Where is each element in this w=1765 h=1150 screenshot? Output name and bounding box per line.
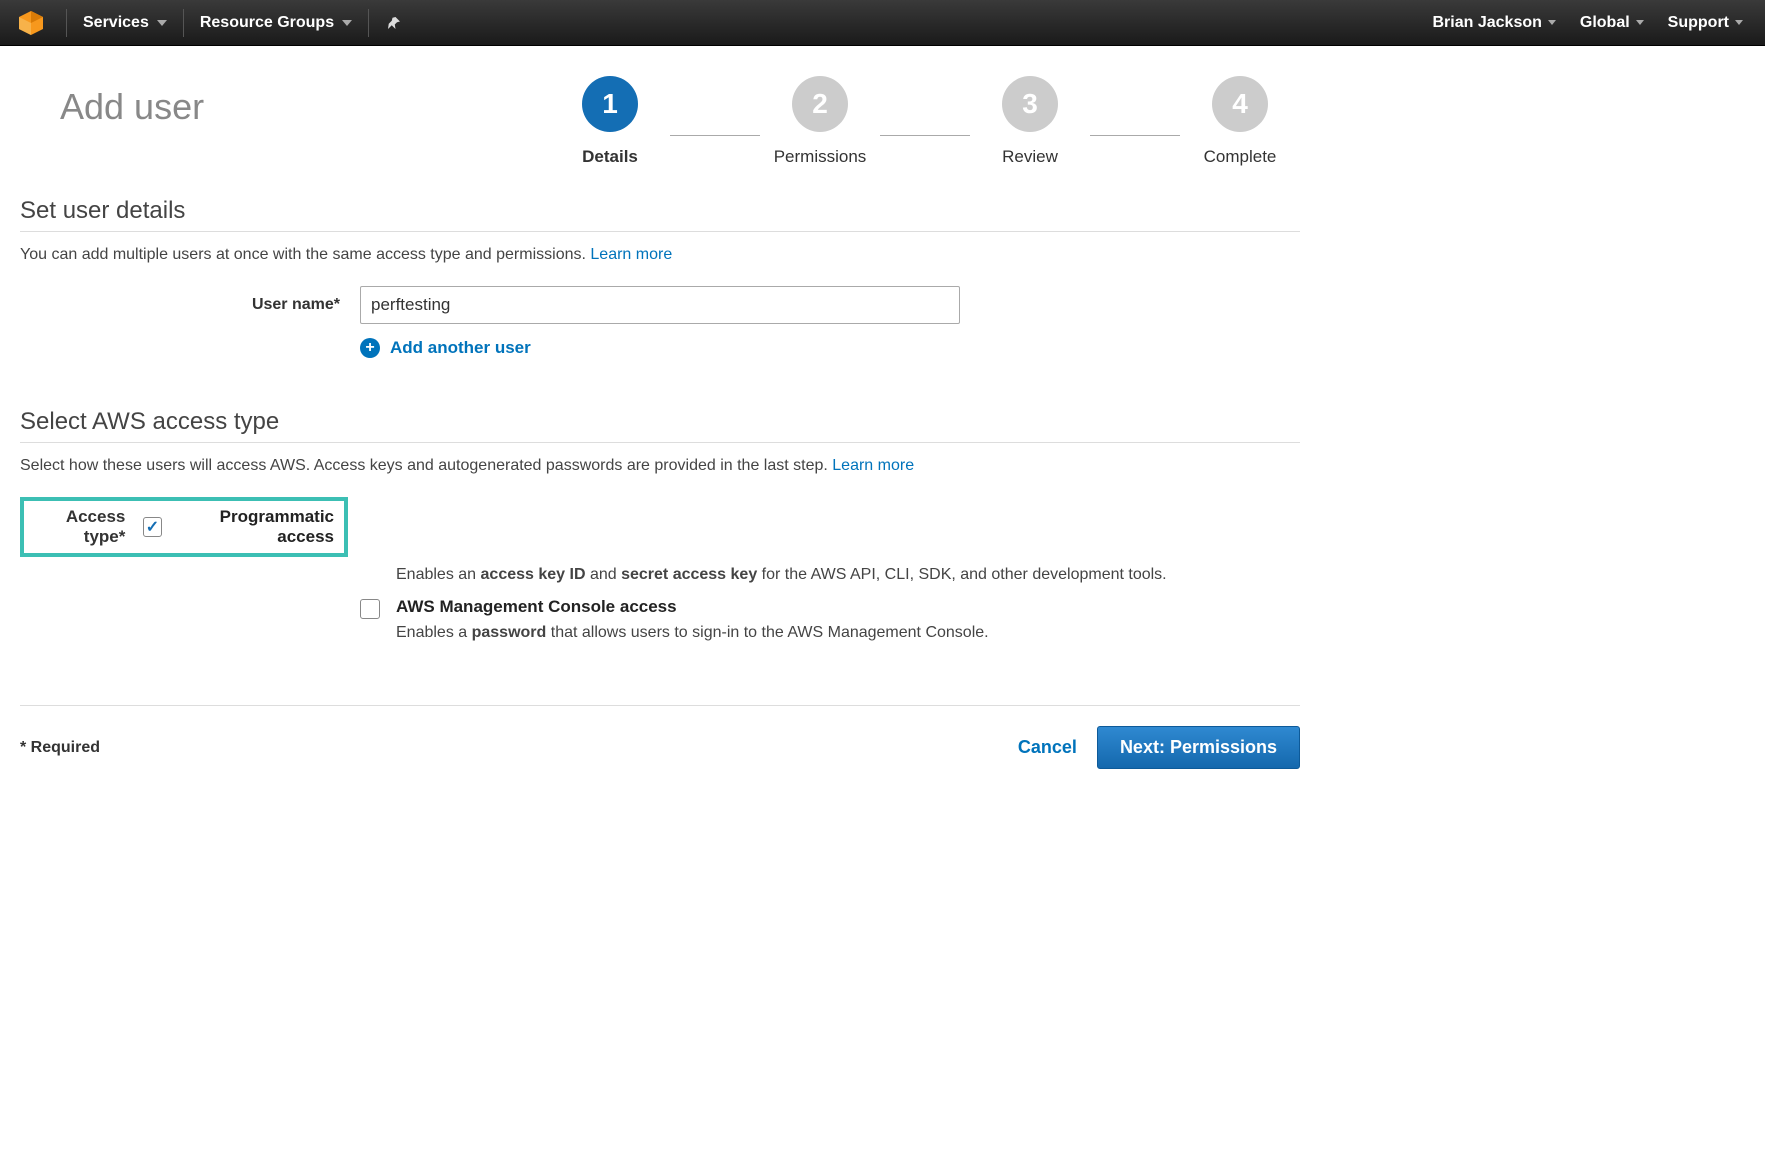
- step-connector: [1090, 135, 1180, 136]
- chevron-down-icon: [157, 20, 167, 26]
- step-number: 3: [1002, 76, 1058, 132]
- wizard-header: Add user 1 Details 2 Permissions 3 Revie…: [60, 76, 1300, 167]
- section-access-heading: Select AWS access type: [20, 408, 1300, 443]
- nav-support[interactable]: Support: [1656, 0, 1755, 46]
- nav-support-label: Support: [1668, 14, 1729, 32]
- step-connector: [880, 135, 970, 136]
- help-text: You can add multiple users at once with …: [20, 246, 590, 263]
- username-label: User name*: [20, 296, 360, 314]
- top-nav: Services Resource Groups Brian Jackson G…: [0, 0, 1765, 46]
- wizard-step-details: 1 Details: [550, 76, 670, 167]
- pin-icon[interactable]: [373, 0, 415, 46]
- programmatic-access-description: Enables an access key ID and secret acce…: [396, 563, 1300, 587]
- plus-circle-icon: +: [360, 338, 380, 358]
- console-access-title: AWS Management Console access: [396, 597, 1300, 617]
- section-user-details-heading: Set user details: [20, 197, 1300, 232]
- wizard-steps: 1 Details 2 Permissions 3 Review 4 Compl…: [550, 76, 1300, 167]
- access-console-row: AWS Management Console access Enables a …: [20, 597, 1300, 645]
- username-row: User name*: [20, 286, 1300, 324]
- nav-resource-groups-label: Resource Groups: [200, 14, 334, 32]
- step-number: 2: [792, 76, 848, 132]
- learn-more-link[interactable]: Learn more: [832, 457, 914, 474]
- access-type-label: Access type*: [30, 507, 139, 547]
- add-another-user-label: Add another user: [390, 338, 531, 358]
- nav-region-label: Global: [1580, 14, 1630, 32]
- wizard-step-permissions: 2 Permissions: [760, 76, 880, 167]
- console-access-description: Enables a password that allows users to …: [396, 621, 1300, 645]
- page-title: Add user: [60, 86, 204, 128]
- aws-logo-icon[interactable]: [15, 7, 47, 39]
- nav-services[interactable]: Services: [71, 0, 179, 46]
- step-label: Permissions: [774, 147, 867, 167]
- section-user-details-help: You can add multiple users at once with …: [20, 246, 1300, 264]
- highlight-annotation: Access type* Programmatic access: [20, 497, 348, 557]
- step-label: Complete: [1204, 147, 1277, 167]
- next-permissions-button[interactable]: Next: Permissions: [1097, 726, 1300, 769]
- step-connector: [670, 135, 760, 136]
- wizard-step-review: 3 Review: [970, 76, 1090, 167]
- chevron-down-icon: [342, 20, 352, 26]
- step-label: Details: [582, 147, 638, 167]
- chevron-down-icon: [1548, 20, 1556, 25]
- divider: [66, 9, 67, 37]
- programmatic-access-checkbox[interactable]: [143, 517, 161, 537]
- nav-account-label: Brian Jackson: [1433, 14, 1542, 32]
- nav-resource-groups[interactable]: Resource Groups: [188, 0, 364, 46]
- console-access-checkbox[interactable]: [360, 599, 380, 619]
- add-another-user-link[interactable]: + Add another user: [360, 338, 1300, 358]
- step-label: Review: [1002, 147, 1058, 167]
- chevron-down-icon: [1636, 20, 1644, 25]
- wizard-step-complete: 4 Complete: [1180, 76, 1300, 167]
- section-access-help: Select how these users will access AWS. …: [20, 457, 1300, 475]
- chevron-down-icon: [1735, 20, 1743, 25]
- nav-account[interactable]: Brian Jackson: [1421, 0, 1568, 46]
- nav-services-label: Services: [83, 14, 149, 32]
- programmatic-access-title: Programmatic access: [176, 507, 334, 547]
- step-number: 1: [582, 76, 638, 132]
- nav-region[interactable]: Global: [1568, 0, 1656, 46]
- learn-more-link[interactable]: Learn more: [590, 246, 672, 263]
- username-input[interactable]: [360, 286, 960, 324]
- help-text: Select how these users will access AWS. …: [20, 457, 832, 474]
- step-number: 4: [1212, 76, 1268, 132]
- cancel-button[interactable]: Cancel: [998, 727, 1097, 768]
- divider: [368, 9, 369, 37]
- access-programmatic-desc-row: Enables an access key ID and secret acce…: [20, 559, 1300, 587]
- access-programmatic-row: Access type* Programmatic access: [20, 497, 1300, 557]
- required-note: * Required: [20, 739, 100, 757]
- divider: [183, 9, 184, 37]
- footer: * Required Cancel Next: Permissions: [20, 706, 1300, 789]
